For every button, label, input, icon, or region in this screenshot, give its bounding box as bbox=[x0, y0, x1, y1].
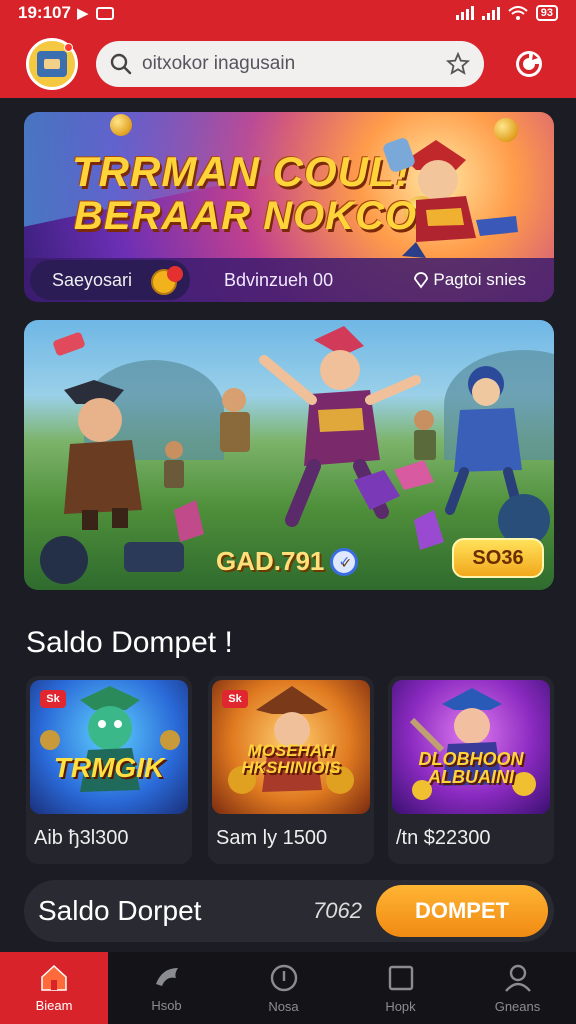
game-card[interactable]: Sk MOSEHAH HKSHINIOIS Sam ly 1500 bbox=[208, 676, 374, 864]
info-icon bbox=[270, 964, 297, 991]
search-icon bbox=[110, 53, 132, 75]
game-card-title: MOSEHAH HKSHINIOIS bbox=[241, 741, 341, 777]
game-scene-banner[interactable]: GAD.791 ✓ SO36 bbox=[24, 320, 554, 590]
game-card-art: Sk TRMGIK bbox=[30, 680, 188, 814]
nav-item-hsob[interactable]: Hsob bbox=[108, 952, 225, 1024]
search-bar[interactable] bbox=[96, 41, 484, 87]
strip-mid-label: Bdvinzueh 00 bbox=[224, 269, 334, 290]
strip-right-label: Pagtoi snies bbox=[433, 270, 526, 289]
nav-label: Gneans bbox=[494, 998, 541, 1014]
game-card-art: DLOBHOON ALBUAINI bbox=[392, 680, 550, 814]
banner-title: TRRMAN COUL! bbox=[72, 148, 411, 195]
token-icon: ✓ bbox=[330, 547, 359, 576]
wifi-icon bbox=[508, 6, 528, 20]
game-card-price: Aib ђ3l300 bbox=[34, 827, 129, 849]
star-icon[interactable] bbox=[446, 52, 470, 76]
nav-item-hopk[interactable]: Hopk bbox=[342, 952, 459, 1024]
status-bar: 19:107 ▶ 93 bbox=[0, 0, 576, 26]
coin-badge-icon bbox=[151, 266, 183, 295]
wallet-balance-value: 7062 bbox=[313, 898, 362, 923]
game-card-title: TRMGIK bbox=[53, 752, 165, 783]
nav-label: Bieam bbox=[35, 997, 73, 1013]
bottom-nav: Bieam Hsob Nosa Hopk Gneans bbox=[0, 952, 576, 1024]
game-card-price: Sam ly 1500 bbox=[216, 827, 328, 849]
banner-strip-pill[interactable]: Saeyosari bbox=[30, 260, 190, 300]
battery-icon: 93 bbox=[535, 5, 558, 21]
game-card-art: Sk MOSEHAH HKSHINIOIS bbox=[212, 680, 370, 814]
location-icon bbox=[414, 272, 429, 289]
game-card-title: DLOBHOON ALBUAINI bbox=[418, 749, 524, 787]
scene-amount-value: GAD.791 bbox=[216, 546, 325, 576]
signal-icon bbox=[455, 6, 474, 20]
game-character-illustration bbox=[409, 688, 536, 800]
scene-amount: GAD.791 ✓ bbox=[216, 546, 359, 577]
battery-level: 93 bbox=[540, 7, 553, 19]
promo-banner[interactable]: TRRMAN COUL! BERAAR NOKCO Saeyosari Bdvi… bbox=[24, 112, 554, 302]
home-icon bbox=[41, 964, 67, 991]
game-tag-badge: Sk bbox=[40, 690, 66, 708]
banner-subtitle: BERAAR NOKCO bbox=[74, 194, 418, 238]
bird-icon bbox=[155, 967, 178, 986]
game-card[interactable]: Sk TRMGIK Aib ђ3l300 bbox=[26, 676, 192, 864]
nav-item-home[interactable]: Bieam bbox=[0, 952, 108, 1024]
search-input[interactable] bbox=[142, 53, 446, 75]
refresh-icon[interactable] bbox=[510, 45, 548, 83]
wallet-balance-label: Saldo Dorpet bbox=[38, 895, 202, 926]
section-title: Saldo Dompet ! bbox=[26, 626, 233, 659]
game-card-price: /tn $22300 bbox=[396, 827, 491, 849]
nav-label: Hopk bbox=[385, 998, 416, 1014]
play-icon: ▶ bbox=[76, 5, 89, 22]
strip-right-link[interactable]: Pagtoi snies bbox=[413, 270, 526, 290]
signal-icon bbox=[481, 6, 500, 20]
header-bar: 19:107 ▶ 93 bbox=[0, 0, 576, 98]
coin-icon bbox=[110, 114, 132, 136]
nav-item-gneans[interactable]: Gneans bbox=[459, 952, 576, 1024]
game-tag-badge: Sk bbox=[222, 690, 248, 708]
avatar-notification-dot bbox=[64, 43, 73, 52]
nav-label: Hsob bbox=[151, 997, 182, 1013]
status-time: 19:107 bbox=[18, 3, 71, 22]
nav-label: Nosa bbox=[268, 998, 299, 1014]
scene-badge-button[interactable]: SO36 bbox=[452, 538, 544, 578]
avatar[interactable] bbox=[26, 38, 78, 90]
notification-icon bbox=[96, 6, 115, 20]
banner-info-strip: Saeyosari Bdvinzueh 00 Pagtoi snies bbox=[24, 258, 554, 302]
game-card[interactable]: DLOBHOON ALBUAINI /tn $22300 bbox=[388, 676, 554, 864]
wallet-button[interactable]: DOMPET bbox=[376, 885, 548, 937]
square-icon bbox=[388, 965, 413, 990]
strip-left-label: Saeyosari bbox=[52, 269, 133, 290]
game-card-list: Sk TRMGIK Aib ђ3l300 Sk MOSEHAH HKSHINIO… bbox=[26, 676, 554, 864]
wallet-balance-bar: Saldo Dorpet 7062 DOMPET bbox=[24, 880, 554, 942]
nav-item-nosa[interactable]: Nosa bbox=[225, 952, 342, 1024]
app-screen: 19:107 ▶ 93 TRRMAN COUL! bbox=[0, 0, 576, 1024]
hero-character-illustration bbox=[383, 138, 518, 258]
avatar-image bbox=[37, 51, 67, 77]
user-icon bbox=[504, 964, 531, 992]
